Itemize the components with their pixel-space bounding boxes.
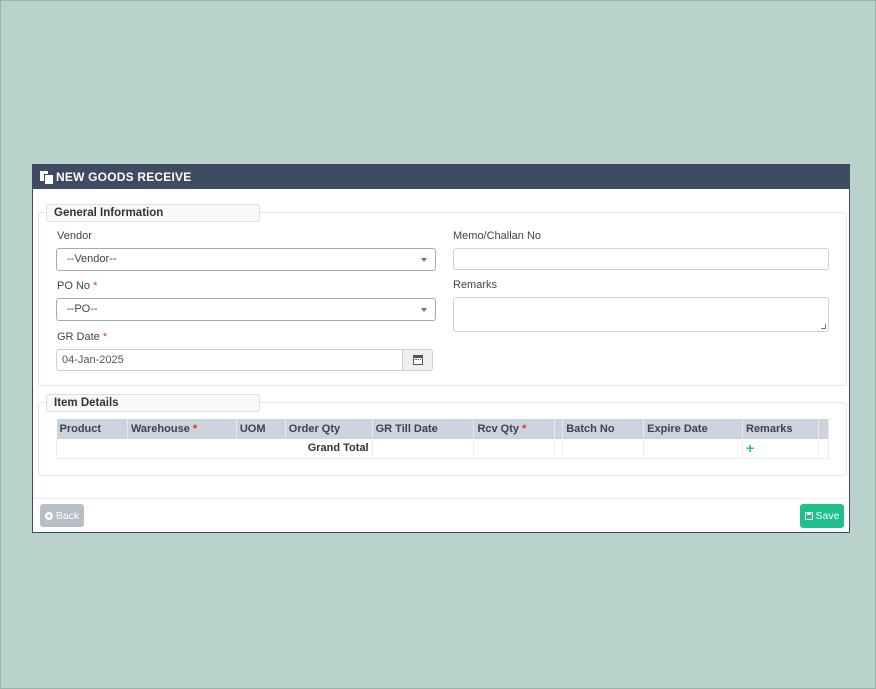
col-warehouse: Warehouse *	[127, 419, 237, 439]
date-picker-button[interactable]	[402, 349, 433, 371]
general-information-section: General Information Vendor --Vendor-- PO…	[38, 204, 847, 386]
grand-total-rcv	[473, 439, 556, 459]
table-header-row: Product Warehouse * UOM Order Qty GR Til…	[56, 419, 830, 439]
chevron-down-icon	[421, 258, 427, 262]
po-select[interactable]: --PO--	[56, 298, 436, 321]
col-product: Product	[56, 419, 128, 439]
plus-icon[interactable]: +	[746, 440, 754, 456]
back-button-label: Back	[55, 509, 80, 522]
floppy-disk-icon	[804, 512, 813, 520]
gr-date-label: GR Date *	[57, 331, 108, 343]
col-order-qty: Order Qty	[285, 419, 373, 439]
save-button-label: Save	[815, 510, 840, 522]
col-expire-date: Expire Date	[643, 419, 743, 439]
vendor-select-value: --Vendor--	[67, 253, 117, 265]
col-gr-till-date: GR Till Date	[372, 419, 475, 439]
grand-total-gr-till	[371, 439, 475, 459]
chevron-down-icon	[421, 308, 427, 312]
goods-receive-panel: NEW GOODS RECEIVE General Information Ve…	[32, 164, 850, 533]
remarks-textarea[interactable]	[453, 297, 829, 332]
col-uom: UOM	[236, 419, 286, 439]
grand-total-row: Grand Total +	[56, 439, 830, 459]
resize-handle-icon[interactable]	[821, 324, 826, 329]
save-button[interactable]: Save	[800, 504, 844, 528]
item-details-legend: Item Details	[46, 394, 260, 412]
back-button[interactable]: Back	[40, 504, 84, 527]
item-details-section: Item Details Product Warehouse * UOM Ord…	[38, 394, 847, 476]
item-details-table: Product Warehouse * UOM Order Qty GR Til…	[56, 419, 830, 459]
vendor-label: Vendor	[57, 230, 92, 242]
calendar-icon	[412, 355, 423, 365]
grand-total-scroll	[817, 439, 830, 459]
po-select-value: --PO--	[67, 303, 98, 315]
remarks-label: Remarks	[453, 279, 498, 291]
copy-icon	[40, 170, 53, 184]
po-label: PO No *	[57, 280, 98, 292]
col-remarks: Remarks	[742, 419, 819, 439]
col-batch-no: Batch No	[562, 419, 645, 439]
vendor-select[interactable]: --Vendor--	[56, 248, 436, 271]
col-rcv-qty: Rcv Qty *	[473, 419, 556, 439]
panel-header: NEW GOODS RECEIVE	[33, 164, 849, 189]
col-scroll	[818, 419, 830, 439]
footer-divider	[33, 498, 849, 499]
memo-challan-input[interactable]	[453, 248, 829, 270]
grand-total-label: Grand Total	[56, 439, 373, 459]
grand-total-blank	[554, 439, 564, 459]
panel-title: NEW GOODS RECEIVE	[56, 169, 192, 184]
add-row-cell: +	[742, 439, 819, 459]
col-blank	[554, 419, 564, 439]
grand-total-expire	[643, 439, 743, 459]
memo-label: Memo/Challan No	[453, 230, 542, 242]
arrow-circle-left-icon	[44, 511, 53, 520]
general-information-legend: General Information	[46, 204, 260, 222]
gr-date-input[interactable]: 04-Jan-2025	[56, 349, 403, 371]
grand-total-batch	[562, 439, 645, 459]
